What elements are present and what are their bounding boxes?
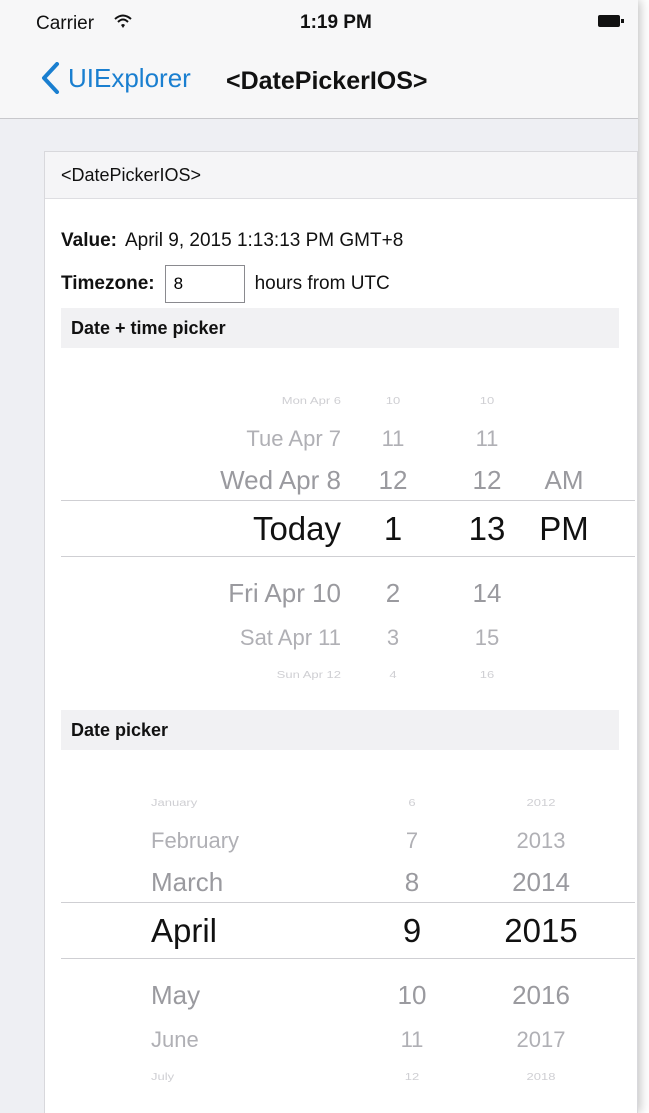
day-column-option[interactable]: 10 [377, 982, 447, 1008]
hour-column-option[interactable]: 1 [363, 512, 423, 545]
timezone-label: Timezone: [61, 273, 155, 294]
status-bar: Carrier 1:19 PM [0, 0, 638, 44]
date-column-option[interactable]: Fri Apr 10 [101, 580, 341, 606]
hour-column-option[interactable]: 10 [363, 396, 423, 406]
datetime-section-header: Date + time picker [61, 308, 619, 348]
date-picker[interactable]: January February March April May June July 6 7 8 9… [61, 774, 635, 1084]
hour-column-option[interactable]: 11 [363, 428, 423, 450]
status-time: 1:19 PM [300, 12, 372, 33]
selection-top-line [61, 902, 635, 903]
page-title: <DatePickerIOS> [226, 67, 428, 95]
ampm-column-option[interactable]: AM [529, 467, 599, 493]
month-column-option[interactable]: January [151, 798, 371, 808]
date-column-option[interactable]: Tue Apr 7 [101, 428, 341, 450]
datetime-section-title: Date + time picker [71, 318, 226, 338]
date-column-option[interactable]: Sat Apr 11 [101, 627, 341, 649]
year-column-option[interactable]: 2018 [481, 1072, 601, 1082]
minute-column-option[interactable]: 10 [457, 396, 517, 406]
year-column-option[interactable]: 2013 [481, 830, 601, 852]
day-column-option[interactable]: 9 [377, 914, 447, 947]
timezone-suffix: hours from UTC [254, 273, 390, 294]
hour-column-option[interactable]: 3 [363, 627, 423, 649]
datetime-picker[interactable]: Mon Apr 6 Tue Apr 7 Wed Apr 8 Today Fri Apr … [61, 372, 635, 682]
day-column-option[interactable]: 11 [377, 1029, 447, 1051]
day-column-option[interactable]: 7 [377, 830, 447, 852]
selection-top-line [61, 500, 635, 501]
minute-column-option[interactable]: 11 [457, 428, 517, 450]
back-button[interactable]: UIExplorer [40, 62, 191, 94]
month-column-option[interactable]: June [151, 1029, 371, 1051]
example-card: <DatePickerIOS> Value: April 9, 2015 1:13… [44, 151, 638, 1113]
hour-column-option[interactable]: 4 [363, 670, 423, 680]
card-title: <DatePickerIOS> [61, 165, 202, 185]
carrier-label: Carrier [36, 13, 95, 34]
back-button-label: UIExplorer [68, 62, 191, 93]
selection-bottom-line [61, 556, 635, 557]
date-column-option[interactable]: Wed Apr 8 [101, 467, 341, 493]
date-column-option[interactable]: Today [101, 512, 341, 545]
year-column-option[interactable]: 2016 [481, 982, 601, 1008]
date-section-title: Date picker [71, 720, 169, 740]
date-section-header: Date picker [61, 710, 619, 750]
timezone-row: Timezone: hours from UTC [61, 263, 390, 305]
day-column-option[interactable]: 8 [377, 869, 447, 895]
value-row: Value: April 9, 2015 1:13:13 PM GMT+8 [61, 230, 403, 252]
month-column-option[interactable]: April [151, 914, 371, 947]
minute-column-option[interactable]: 16 [457, 670, 517, 680]
timezone-input[interactable] [164, 265, 245, 303]
year-column-option[interactable]: 2017 [481, 1029, 601, 1051]
minute-column-option[interactable]: 15 [457, 627, 517, 649]
card-header: <DatePickerIOS> [45, 152, 637, 199]
app-window: Carrier 1:19 PM UIExplorer <DatePickerIO… [0, 0, 638, 1113]
value-label: Value: [61, 230, 117, 251]
minute-column-option[interactable]: 12 [457, 467, 517, 493]
year-column-option[interactable]: 2015 [481, 914, 601, 947]
ampm-column-option[interactable]: PM [529, 512, 599, 545]
month-column-option[interactable]: May [151, 982, 371, 1008]
value-text: April 9, 2015 1:13:13 PM GMT+8 [124, 230, 404, 251]
battery-icon [598, 15, 624, 27]
month-column-option[interactable]: February [151, 830, 371, 852]
year-column-option[interactable]: 2012 [481, 798, 601, 808]
hour-column-option[interactable]: 2 [363, 580, 423, 606]
wifi-icon [114, 14, 132, 28]
date-column-option[interactable]: Sun Apr 12 [101, 670, 341, 680]
chevron-left-icon [42, 62, 59, 94]
minute-column-option[interactable]: 13 [457, 512, 517, 545]
selection-bottom-line [61, 958, 635, 959]
navigation-bar: UIExplorer <DatePickerIOS> [0, 44, 638, 119]
day-column-option[interactable]: 6 [377, 798, 447, 808]
hour-column-option[interactable]: 12 [363, 467, 423, 493]
month-column-option[interactable]: March [151, 869, 371, 895]
minute-column-option[interactable]: 14 [457, 580, 517, 606]
month-column-option[interactable]: July [151, 1072, 371, 1082]
day-column-option[interactable]: 12 [377, 1072, 447, 1082]
year-column-option[interactable]: 2014 [481, 869, 601, 895]
date-column-option[interactable]: Mon Apr 6 [101, 396, 341, 406]
